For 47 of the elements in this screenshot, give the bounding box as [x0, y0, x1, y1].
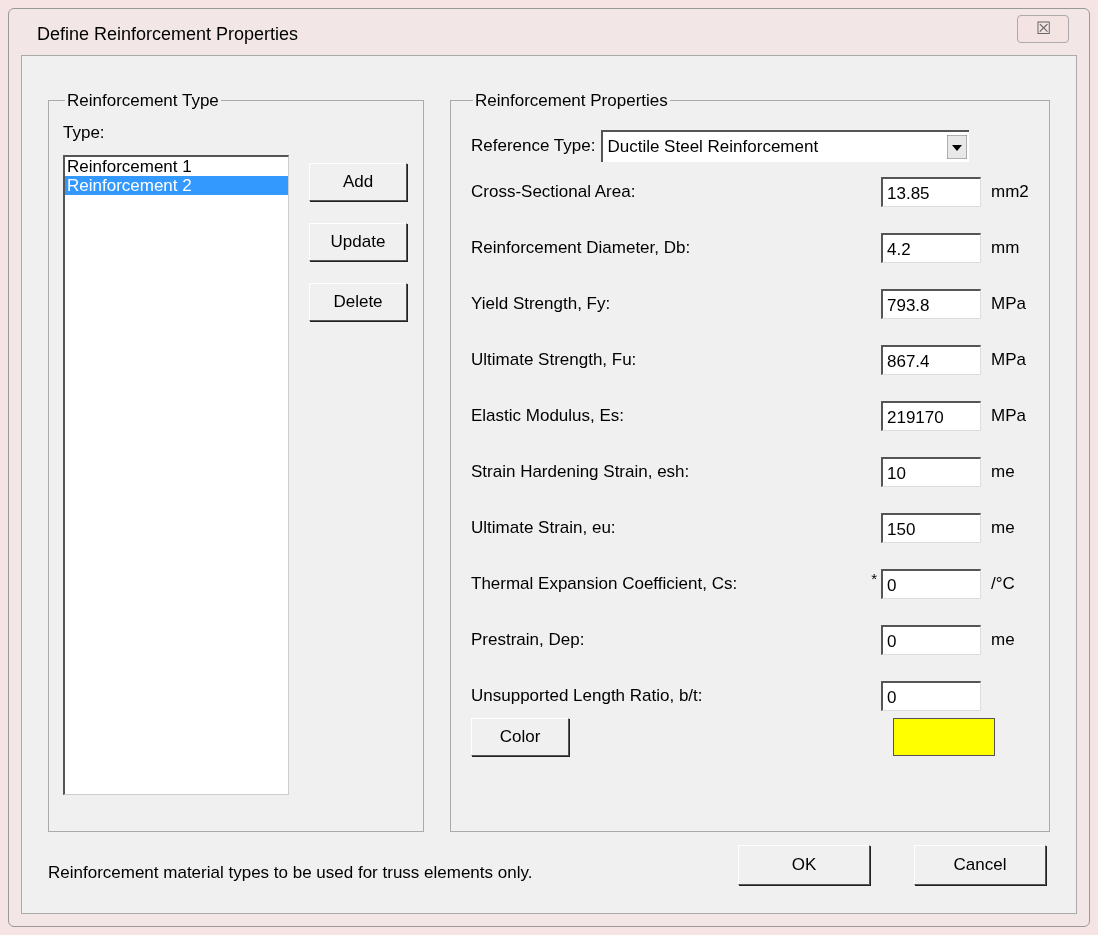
field-label: Reinforcement Diameter, Db:	[471, 236, 692, 259]
field-label: Cross-Sectional Area:	[471, 180, 637, 203]
unit-label: mm2	[991, 180, 1029, 203]
value-field[interactable]: 0	[881, 568, 981, 599]
ok-button[interactable]: OK	[738, 844, 870, 885]
list-item[interactable]: Reinforcement 1	[65, 157, 288, 176]
reference-type-label: Reference Type:	[471, 134, 596, 157]
window-title: Define Reinforcement Properties	[37, 22, 299, 46]
field-label: Strain Hardening Strain, esh:	[471, 460, 691, 483]
unit-label: MPa	[991, 292, 1026, 315]
field-label: Ultimate Strain, eu:	[471, 516, 617, 539]
value-field[interactable]: 219170	[881, 400, 981, 431]
unit-label: /°C	[991, 572, 1015, 595]
unit-label: me	[991, 516, 1015, 539]
field-label: Elastic Modulus, Es:	[471, 404, 626, 427]
value-field[interactable]: 4.2	[881, 232, 981, 263]
delete-button[interactable]: Delete	[309, 283, 407, 321]
unit-label: me	[991, 460, 1015, 483]
field-label: Thermal Expansion Coefficient, Cs:	[471, 572, 739, 595]
value-field[interactable]: 793.8	[881, 288, 981, 319]
value-field[interactable]: 13.85	[881, 176, 981, 207]
unit-label: MPa	[991, 348, 1026, 371]
footer-note: Reinforcement material types to be used for truss elements only.	[48, 862, 533, 884]
dropdown-arrow-icon	[947, 134, 968, 159]
color-button[interactable]: Color	[471, 717, 569, 756]
group-title: Reinforcement Properties	[474, 90, 669, 112]
field-label: Ultimate Strength, Fu:	[471, 348, 638, 371]
marker: *	[871, 569, 877, 587]
unit-label: me	[991, 628, 1015, 651]
field-label: Yield Strength, Fy:	[471, 292, 612, 315]
group-title: Reinforcement Type	[66, 90, 220, 112]
add-button[interactable]: Add	[309, 163, 407, 201]
unit-label: MPa	[991, 404, 1026, 427]
value-field[interactable]: 0	[881, 680, 981, 711]
update-button[interactable]: Update	[309, 223, 407, 261]
list-label: Type:	[63, 121, 106, 144]
value-field[interactable]: 867.4	[881, 344, 981, 375]
cancel-button[interactable]: Cancel	[914, 844, 1046, 885]
value-field[interactable]: 0	[881, 624, 981, 655]
field-label: Unsupported Length Ratio, b/t:	[471, 684, 704, 707]
field-label: Prestrain, Dep:	[471, 628, 586, 651]
color-swatch[interactable]	[892, 717, 995, 756]
value-field[interactable]: 150	[881, 512, 981, 543]
value-field[interactable]: 10	[881, 456, 981, 487]
close-button[interactable]: ☒	[1017, 15, 1069, 43]
unit-label: mm	[991, 236, 1020, 259]
reference-type-dropdown[interactable]: Ductile Steel Reinforcement	[601, 129, 970, 162]
